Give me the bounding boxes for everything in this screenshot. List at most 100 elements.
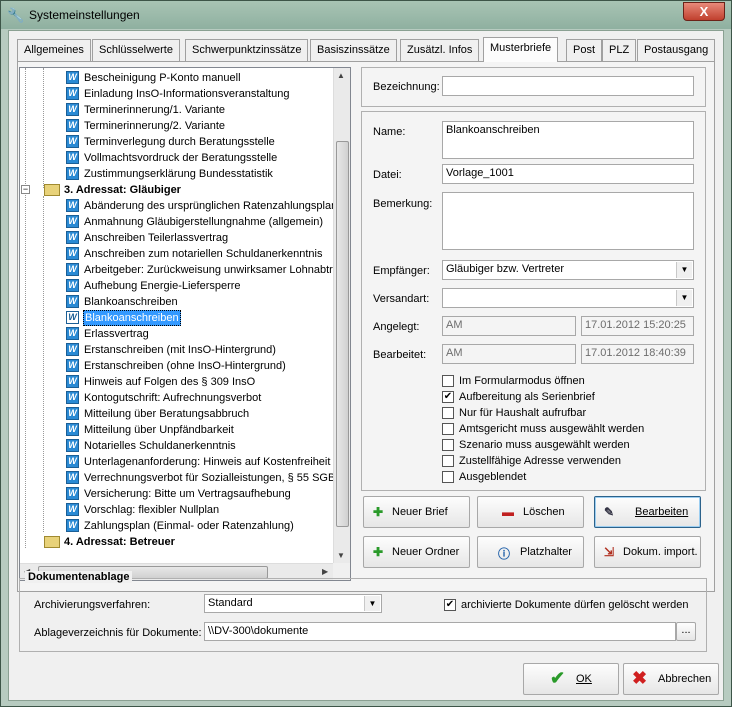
close-button[interactable]: X xyxy=(683,2,725,21)
title-bar[interactable]: 🔧 Systemeinstellungen X xyxy=(1,1,731,29)
tree-guide-line xyxy=(43,196,44,532)
edit-pencil-icon: ✎ xyxy=(604,505,615,519)
word-document-icon: W xyxy=(66,279,79,292)
import-icon: ⇲ xyxy=(604,545,615,559)
settings-window: 🔧 Systemeinstellungen X Allgemeines Schl… xyxy=(0,0,732,707)
chevron-down-icon[interactable]: ▼ xyxy=(364,596,380,611)
word-document-icon: W xyxy=(66,503,79,516)
word-document-icon: W xyxy=(66,423,79,436)
word-document-icon: W xyxy=(66,231,79,244)
loeschen-button[interactable]: ▬ Löschen xyxy=(477,496,584,528)
word-document-icon: W xyxy=(66,71,79,84)
letter-template-tree[interactable]: W Bescheinigung P-Konto manuell W Einladun… xyxy=(19,67,351,581)
tab-basiszinssaetze[interactable]: Basiszinssätze xyxy=(310,39,397,61)
word-document-icon: W xyxy=(66,119,79,132)
neuer-brief-button[interactable]: ✚ Neuer Brief xyxy=(363,496,470,528)
tab-zusaetzl-infos[interactable]: Zusätzl. Infos xyxy=(400,39,480,61)
word-document-icon: W xyxy=(66,87,79,100)
folder-icon xyxy=(44,184,60,196)
word-document-icon: W xyxy=(66,215,79,228)
word-document-icon: W xyxy=(66,439,79,452)
dokumentenablage-group: Archivierungsverfahren: Standard ▼ ✔ arc… xyxy=(19,578,707,652)
bearbeitet-date-field: 17.01.2012 18:40:39 xyxy=(581,344,694,364)
ablageverzeichnis-input[interactable]: \\DV-300\dokumente xyxy=(204,622,676,641)
checkbox-box[interactable] xyxy=(442,471,454,483)
tab-post[interactable]: Post xyxy=(566,39,603,61)
cancel-button[interactable]: ✖ Abbrechen xyxy=(623,663,719,695)
window-title: Systemeinstellungen xyxy=(29,8,140,22)
dokumentenablage-legend: Dokumentenablage xyxy=(25,571,133,583)
ok-button[interactable]: ✔ OK xyxy=(523,663,619,695)
tab-allgemeines[interactable]: Allgemeines xyxy=(17,39,91,61)
checkmark-icon[interactable]: ✔ xyxy=(444,599,456,611)
angelegt-label: Angelegt: xyxy=(373,321,420,333)
empfaenger-value: Gläubiger bzw. Vertreter xyxy=(446,263,565,275)
word-document-icon: W xyxy=(66,327,79,340)
bemerkung-input[interactable] xyxy=(442,192,694,250)
scroll-down-icon[interactable]: ▼ xyxy=(337,551,345,560)
tree-guide-line xyxy=(25,68,26,548)
chevron-down-icon[interactable]: ▼ xyxy=(676,290,692,306)
word-document-icon: W xyxy=(66,407,79,420)
bemerkung-label: Bemerkung: xyxy=(373,198,433,210)
collapse-toggle-icon[interactable]: − xyxy=(21,185,30,194)
tab-postausgang[interactable]: Postausgang xyxy=(637,39,716,61)
word-document-icon: W xyxy=(66,391,79,404)
tab-plz[interactable]: PLZ xyxy=(602,39,637,61)
checkmark-icon[interactable]: ✔ xyxy=(442,391,454,403)
word-document-icon: W xyxy=(66,519,79,532)
versandart-label: Versandart: xyxy=(373,293,430,305)
scroll-thumb[interactable] xyxy=(336,141,349,527)
word-document-icon: W xyxy=(66,311,79,324)
datei-input[interactable]: Vorlage_1001 xyxy=(442,164,694,184)
archivierungsverfahren-select[interactable]: Standard ▼ xyxy=(204,594,382,613)
name-input[interactable]: Blankoanschreiben xyxy=(442,121,694,159)
dialog-client: Allgemeines Schlüsselwerte Schwerpunktzi… xyxy=(8,30,724,701)
word-document-icon: W xyxy=(66,471,79,484)
word-document-icon: W xyxy=(66,359,79,372)
scroll-right-icon[interactable]: ▶ xyxy=(322,567,328,576)
word-document-icon: W xyxy=(66,263,79,276)
versandart-select[interactable]: ▼ xyxy=(442,288,694,308)
empfaenger-label: Empfänger: xyxy=(373,265,430,277)
bezeichnung-input[interactable] xyxy=(442,76,694,96)
folder-icon xyxy=(44,536,60,548)
checkbox-box[interactable] xyxy=(442,423,454,435)
browse-button[interactable]: ... xyxy=(676,622,696,641)
archivierungsverfahren-value: Standard xyxy=(208,597,253,609)
tab-schluesselwerte[interactable]: Schlüsselwerte xyxy=(92,39,180,61)
details-group: Name: Blankoanschreiben Datei: Vorlage_1… xyxy=(361,111,706,491)
word-document-icon: W xyxy=(66,375,79,388)
info-icon: ⓘ xyxy=(498,547,511,561)
tree-vertical-scrollbar[interactable]: ▲ ▼ xyxy=(333,68,350,563)
tree-guide-line xyxy=(43,68,44,188)
name-label: Name: xyxy=(373,126,406,138)
word-document-icon: W xyxy=(66,103,79,116)
platzhalter-button[interactable]: ⓘ Platzhalter xyxy=(477,536,584,568)
word-document-icon: W xyxy=(66,343,79,356)
checkbox-box[interactable] xyxy=(442,407,454,419)
tab-musterbriefe[interactable]: Musterbriefe xyxy=(483,37,559,62)
word-document-icon: W xyxy=(66,199,79,212)
checkbox-box[interactable] xyxy=(442,439,454,451)
bearbeitet-label: Bearbeitet: xyxy=(373,349,427,361)
angelegt-user-field: AM xyxy=(442,316,576,336)
plus-icon: ✚ xyxy=(373,505,384,519)
ablageverzeichnis-label: Ablageverzeichnis für Dokumente: xyxy=(34,627,202,639)
word-document-icon: W xyxy=(66,167,79,180)
chevron-down-icon[interactable]: ▼ xyxy=(676,262,692,278)
minus-icon: ▬ xyxy=(502,505,514,519)
bearbeiten-button[interactable]: ✎ Bearbeiten xyxy=(594,496,701,528)
datei-label: Datei: xyxy=(373,169,402,181)
neuer-ordner-button[interactable]: ✚ Neuer Ordner xyxy=(363,536,470,568)
wrench-icon: 🔧 xyxy=(7,7,25,23)
scroll-up-icon[interactable]: ▲ xyxy=(337,71,345,80)
checkbox-box[interactable] xyxy=(442,455,454,467)
empfaenger-select[interactable]: Gläubiger bzw. Vertreter ▼ xyxy=(442,260,694,280)
word-document-icon: W xyxy=(66,455,79,468)
checkbox-box[interactable] xyxy=(442,375,454,387)
checkmark-icon: ✔ xyxy=(550,668,566,688)
tab-schwerpunktzinssaetze[interactable]: Schwerpunktzinssätze xyxy=(185,39,309,61)
bezeichnung-label: Bezeichnung: xyxy=(373,81,440,93)
dokum-import-button[interactable]: ⇲ Dokum. import. xyxy=(594,536,701,568)
